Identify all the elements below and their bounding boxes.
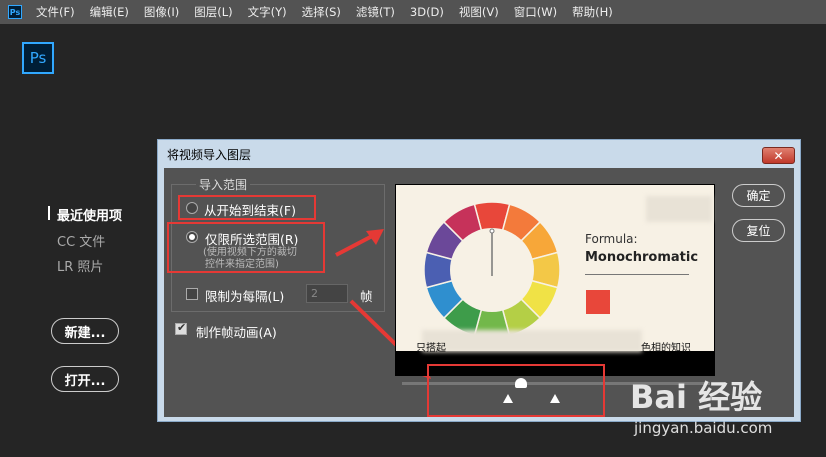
menu-help[interactable]: 帮助(H): [572, 4, 613, 20]
menu-select[interactable]: 选择(S): [302, 4, 341, 20]
menu-file[interactable]: 文件(F): [36, 4, 75, 20]
close-icon[interactable]: ✕: [762, 147, 795, 164]
menu-bar: Ps 文件(F) 编辑(E) 图像(I) 图层(L) 文字(Y) 选择(S) 滤…: [0, 0, 826, 24]
menu-type[interactable]: 文字(Y): [248, 4, 287, 20]
nav-recent[interactable]: 最近使用项: [57, 205, 122, 224]
preview-caption-right: 色相的知识: [641, 343, 691, 354]
blurred-region: [646, 196, 712, 222]
baidu-watermark: Bai 经验: [630, 372, 762, 418]
color-wheel: [423, 201, 561, 339]
menu-image[interactable]: 图像(I): [144, 4, 179, 20]
photoshop-logo: Ps: [22, 42, 54, 74]
ok-button[interactable]: 确定: [732, 184, 785, 207]
import-range-title: 导入范围: [196, 176, 251, 193]
nav-lr-photos[interactable]: LR 照片: [57, 256, 103, 275]
watermark-url: jingyan.baidu.com: [634, 419, 773, 437]
blurred-caption-region: [422, 330, 642, 352]
open-button[interactable]: 打开...: [51, 366, 119, 392]
highlight-box-selected: [167, 222, 325, 273]
new-button[interactable]: 新建...: [51, 318, 119, 344]
formula-value: Monochromatic: [585, 250, 699, 265]
limit-every-label[interactable]: 限制为每隔(L): [205, 286, 284, 305]
make-animation-checkbox[interactable]: [175, 321, 187, 335]
nav-cc-files[interactable]: CC 文件: [57, 231, 105, 250]
limit-every-checkbox[interactable]: [186, 288, 198, 300]
preview-caption-left: 只搭起: [416, 343, 446, 354]
highlight-box-full: [178, 195, 316, 220]
menu-view[interactable]: 视图(V): [459, 4, 499, 20]
dialog-title: 将视频导入图层: [167, 148, 252, 162]
make-animation-label[interactable]: 制作帧动画(A): [196, 322, 277, 341]
reset-button[interactable]: 复位: [732, 219, 785, 242]
menu-window[interactable]: 窗口(W): [514, 4, 557, 20]
color-swatch: [586, 290, 610, 314]
menu-3d[interactable]: 3D(D): [410, 5, 444, 19]
menu-filter[interactable]: 滤镜(T): [356, 4, 395, 20]
formula-divider: [585, 274, 689, 275]
highlight-box-timeline: [427, 364, 605, 417]
formula-label: Formula:: [585, 232, 638, 246]
nav-active-marker: [48, 206, 50, 220]
menu-edit[interactable]: 编辑(E): [90, 4, 129, 20]
menu-layer[interactable]: 图层(L): [194, 4, 232, 20]
photoshop-app-icon: Ps: [8, 5, 22, 19]
baidu-paw-icon: Bai 经验: [630, 378, 763, 416]
frame-interval-input[interactable]: 2: [306, 284, 348, 303]
annotation-arrow-1: [335, 229, 384, 257]
